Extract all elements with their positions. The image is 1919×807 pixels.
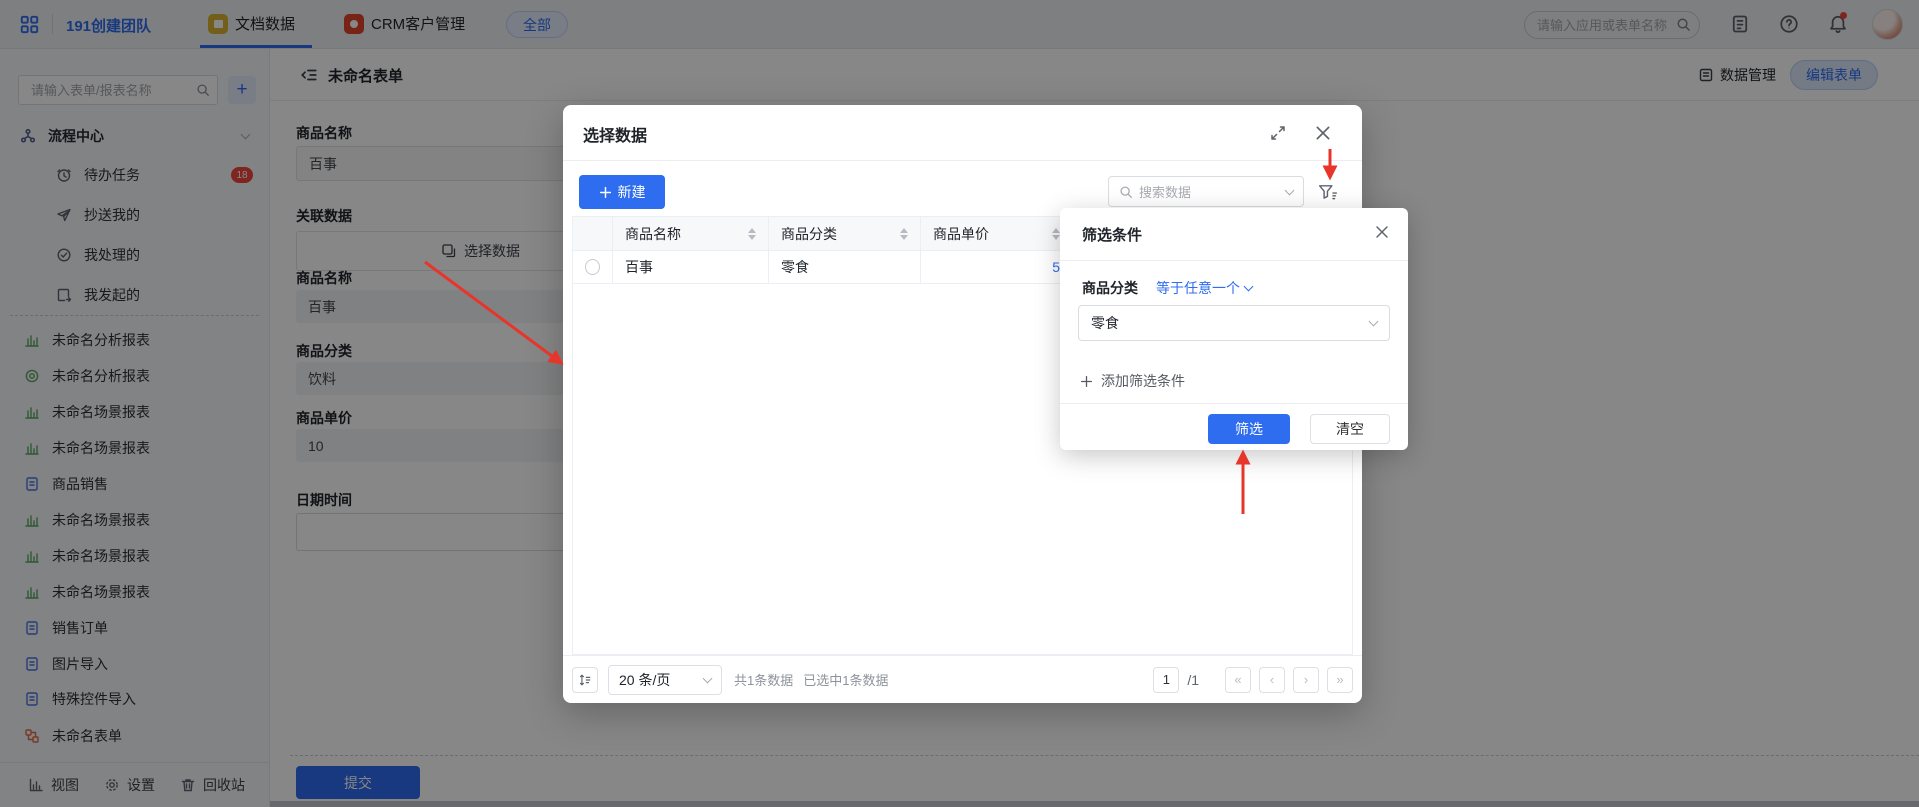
total-count-text: 共1条数据 xyxy=(734,670,793,689)
filter-value-select[interactable]: 零食 xyxy=(1078,305,1390,341)
app-window: 191创建团队 文档数据 CRM客户管理 全部 xyxy=(0,0,1919,807)
cell-product-category: 零食 xyxy=(769,251,921,283)
filter-operator-value: 等于任意一个 xyxy=(1156,278,1240,298)
filter-value: 零食 xyxy=(1091,313,1119,333)
column-label: 商品名称 xyxy=(625,224,681,244)
page-size-select[interactable]: 20 条/页 xyxy=(608,665,722,695)
row-radio[interactable] xyxy=(585,259,600,275)
sort-icon[interactable] xyxy=(748,228,756,240)
chevron-down-icon xyxy=(703,673,713,683)
plus-icon xyxy=(1080,375,1093,388)
popover-footer-divider xyxy=(1060,403,1408,404)
column-header[interactable]: 商品单价 xyxy=(921,217,1073,250)
chevron-down-icon xyxy=(1244,282,1254,292)
popover-divider xyxy=(1060,260,1408,261)
sort-icon[interactable] xyxy=(1052,228,1060,240)
expand-icon[interactable] xyxy=(1270,125,1286,141)
selected-count-text: 已选中1条数据 xyxy=(803,670,888,689)
filter-funnel-icon[interactable] xyxy=(1318,183,1338,202)
page-size-value: 20 条/页 xyxy=(619,670,670,690)
modal-header: 选择数据 xyxy=(563,105,1362,161)
modal-search-box[interactable]: 搜索数据 xyxy=(1108,176,1304,207)
chevron-down-icon xyxy=(1369,317,1379,327)
page-number-input[interactable]: 1 xyxy=(1153,667,1179,693)
sort-icon[interactable] xyxy=(900,228,908,240)
filter-field-label: 商品分类 xyxy=(1082,278,1138,298)
modal-title: 选择数据 xyxy=(583,122,647,146)
apply-filter-button[interactable]: 筛选 xyxy=(1208,414,1290,444)
last-page-button[interactable]: » xyxy=(1327,667,1353,693)
new-record-button[interactable]: 新建 xyxy=(579,175,665,209)
close-icon[interactable] xyxy=(1314,124,1332,142)
prev-page-button[interactable]: ‹ xyxy=(1259,667,1285,693)
radio-column-header xyxy=(573,217,613,250)
column-label: 商品分类 xyxy=(781,224,837,244)
chevron-down-icon xyxy=(1285,185,1295,195)
page-total-text: /1 xyxy=(1187,672,1199,688)
add-condition-label: 添加筛选条件 xyxy=(1101,371,1185,391)
cell-product-price: 5 xyxy=(921,251,1073,283)
cell-product-name: 百事 xyxy=(613,251,769,283)
filter-popover: 筛选条件 商品分类 等于任意一个 零食 添加筛选条件 筛选 清空 xyxy=(1060,208,1408,450)
add-condition-button[interactable]: 添加筛选条件 xyxy=(1080,371,1185,391)
modal-footer: 20 条/页 共1条数据 已选中1条数据 1 /1 « ‹ › » xyxy=(563,655,1362,703)
popover-title: 筛选条件 xyxy=(1082,224,1142,245)
column-header[interactable]: 商品名称 xyxy=(613,217,769,250)
clear-filter-button[interactable]: 清空 xyxy=(1310,414,1390,444)
row-height-icon[interactable] xyxy=(572,667,598,693)
modal-search-placeholder: 搜索数据 xyxy=(1139,182,1191,201)
new-record-label: 新建 xyxy=(618,182,646,202)
column-header[interactable]: 商品分类 xyxy=(769,217,921,250)
filter-operator-select[interactable]: 等于任意一个 xyxy=(1156,278,1252,298)
first-page-button[interactable]: « xyxy=(1225,667,1251,693)
column-label: 商品单价 xyxy=(933,224,989,244)
plus-icon xyxy=(599,186,612,199)
next-page-button[interactable]: › xyxy=(1293,667,1319,693)
close-icon[interactable] xyxy=(1374,224,1390,240)
search-icon xyxy=(1119,185,1133,199)
